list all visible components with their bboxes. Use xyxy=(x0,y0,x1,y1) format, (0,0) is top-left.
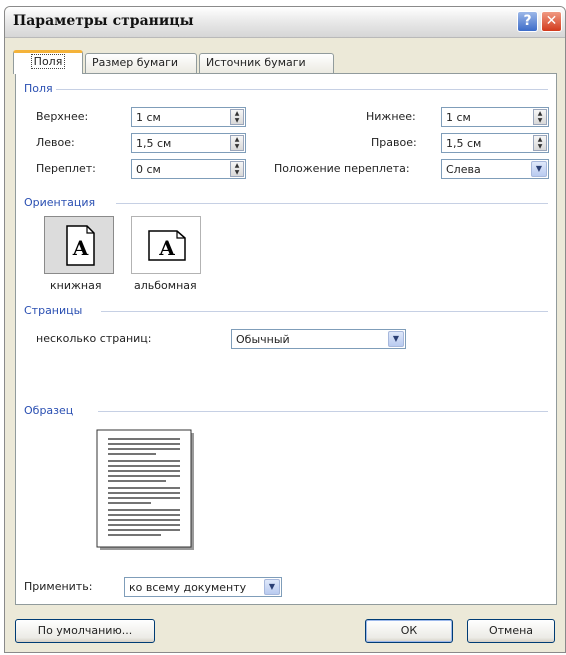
tab-margins-label: Поля xyxy=(30,54,66,69)
default-button-label: По умолчанию... xyxy=(37,624,133,637)
landscape-label[interactable]: альбомная xyxy=(134,279,197,292)
margins-divider xyxy=(56,89,548,90)
gutter-label: Переплет: xyxy=(36,162,96,175)
close-icon: ✕ xyxy=(545,13,558,29)
help-button[interactable]: ? xyxy=(517,11,538,32)
multiple-pages-select[interactable]: Обычный ▼ xyxy=(231,329,406,349)
right-margin-value: 1,5 см xyxy=(446,137,482,150)
portrait-option[interactable]: A xyxy=(44,216,114,274)
bottom-margin-spinner[interactable]: 1 см ▲ ▼ xyxy=(441,107,549,127)
spinner-arrows-icon[interactable]: ▲ ▼ xyxy=(230,109,244,125)
orientation-icon-letter: A xyxy=(72,236,89,260)
preview-group-label: Образец xyxy=(24,404,74,417)
top-margin-label: Верхнее: xyxy=(36,110,89,123)
cancel-button[interactable]: Отмена xyxy=(467,619,555,643)
ok-button[interactable]: ОК xyxy=(365,619,453,643)
tab-panel-margins: Поля Верхнее: 1 см ▲ ▼ Нижнее: 1 см ▲ ▼ Ле… xyxy=(15,73,557,605)
tab-paper-size-label: Размер бумаги xyxy=(92,56,179,69)
ok-button-label: ОК xyxy=(400,624,418,637)
multiple-pages-value: Обычный xyxy=(236,333,290,346)
gutter-position-select[interactable]: Слева ▼ xyxy=(441,159,549,179)
default-button[interactable]: По умолчанию... xyxy=(15,619,155,643)
page-preview xyxy=(96,429,194,550)
tab-paper-source-label: Источник бумаги xyxy=(206,56,306,69)
right-margin-label: Правое: xyxy=(371,136,417,149)
gutter-value: 0 см xyxy=(136,163,161,176)
preview-divider xyxy=(98,411,548,412)
multiple-pages-label: несколько страниц: xyxy=(36,332,152,345)
landscape-option[interactable]: A xyxy=(131,216,201,274)
spinner-arrows-icon[interactable]: ▲ ▼ xyxy=(230,161,244,177)
gutter-spinner[interactable]: 0 см ▲ ▼ xyxy=(131,159,246,179)
close-button[interactable]: ✕ xyxy=(541,11,562,32)
pages-group-label: Страницы xyxy=(24,304,83,317)
orientation-icon-letter: A xyxy=(158,236,175,260)
left-margin-spinner[interactable]: 1,5 см ▲ ▼ xyxy=(131,133,246,153)
orientation-divider xyxy=(116,203,548,204)
spinner-arrows-icon[interactable]: ▲ ▼ xyxy=(533,109,547,125)
spinner-arrows-icon[interactable]: ▲ ▼ xyxy=(533,135,547,151)
gutter-position-value: Слева xyxy=(446,163,481,176)
gutter-position-label: Положение переплета: xyxy=(274,162,410,175)
chevron-down-icon[interactable]: ▼ xyxy=(531,161,547,177)
apply-to-select[interactable]: ко всему документу ▼ xyxy=(124,577,282,597)
landscape-page-icon: A xyxy=(148,230,186,261)
orientation-group-label: Ориентация xyxy=(24,196,96,209)
tab-paper-size[interactable]: Размер бумаги xyxy=(85,53,197,73)
chevron-down-icon[interactable]: ▼ xyxy=(264,579,280,595)
bottom-margin-value: 1 см xyxy=(446,111,471,124)
top-margin-spinner[interactable]: 1 см ▲ ▼ xyxy=(131,107,246,127)
page-setup-dialog: Параметры страницы ? ✕ Поля Размер бумаг… xyxy=(4,6,566,653)
left-margin-value: 1,5 см xyxy=(136,137,172,150)
tab-paper-source[interactable]: Источник бумаги xyxy=(199,53,334,73)
chevron-down-icon[interactable]: ▼ xyxy=(388,331,404,347)
spinner-arrows-icon[interactable]: ▲ ▼ xyxy=(230,135,244,151)
title-bar[interactable]: Параметры страницы ? ✕ xyxy=(5,7,565,38)
margins-group-label: Поля xyxy=(24,82,53,95)
pages-divider xyxy=(101,311,548,312)
dialog-title: Параметры страницы xyxy=(13,13,194,29)
tab-margins[interactable]: Поля xyxy=(13,50,83,74)
portrait-label[interactable]: книжная xyxy=(50,279,101,292)
bottom-margin-label: Нижнее: xyxy=(366,110,416,123)
top-margin-value: 1 см xyxy=(136,111,161,124)
right-margin-spinner[interactable]: 1,5 см ▲ ▼ xyxy=(441,133,549,153)
left-margin-label: Левое: xyxy=(36,136,75,149)
apply-to-value: ко всему документу xyxy=(129,581,247,594)
apply-to-label: Применить: xyxy=(24,580,93,593)
question-mark-icon: ? xyxy=(523,13,532,29)
cancel-button-label: Отмена xyxy=(488,624,534,637)
portrait-page-icon: A xyxy=(66,225,95,266)
